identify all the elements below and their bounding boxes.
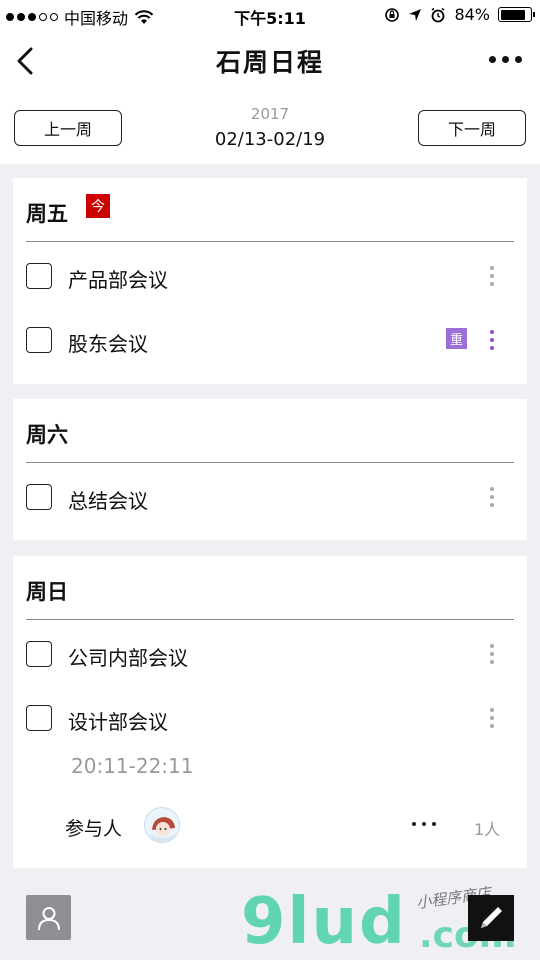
day-card-saturday: 周六 总结会议 — [13, 399, 527, 540]
avatar-illustration-icon — [145, 808, 179, 842]
item-checkbox[interactable] — [26, 327, 52, 353]
status-bar: 中国移动 下午5:11 84% — [0, 0, 540, 30]
participants-row[interactable]: 参与人 1人 — [13, 794, 527, 864]
alarm-icon — [431, 7, 445, 22]
day-title: 周五 — [26, 202, 68, 226]
next-week-button[interactable]: 下一周 — [418, 110, 526, 146]
day-title: 周六 — [26, 423, 68, 447]
item-checkbox[interactable] — [26, 484, 52, 510]
item-more-icon[interactable] — [490, 644, 494, 664]
item-checkbox[interactable] — [26, 641, 52, 667]
list-item[interactable]: 股东会议 重 — [13, 306, 527, 370]
nav-bar: 石周日程 — [0, 30, 540, 92]
participants-label: 参与人 — [65, 818, 123, 840]
pencil-icon — [481, 907, 502, 928]
edit-button[interactable] — [468, 895, 514, 941]
battery-icon — [498, 7, 535, 22]
list-item[interactable]: 设计部会议 — [13, 684, 527, 748]
week-switcher: 上一周 2017 02/13-02/19 下一周 — [0, 92, 540, 164]
item-time-range: 20:11-22:11 — [71, 754, 194, 778]
item-more-icon[interactable] — [490, 266, 494, 286]
item-detail: 20:11-22:11 — [13, 748, 527, 794]
user-icon — [37, 906, 60, 930]
list-item[interactable]: 公司内部会议 — [13, 620, 527, 684]
item-label: 设计部会议 — [68, 710, 168, 734]
item-checkbox[interactable] — [26, 705, 52, 731]
watermark-main: 9lud — [241, 885, 407, 959]
day-header: 周日 — [26, 556, 514, 620]
item-more-icon[interactable] — [490, 330, 494, 350]
item-label: 产品部会议 — [68, 268, 168, 292]
avatar[interactable] — [144, 807, 180, 843]
item-label: 总结会议 — [68, 489, 148, 513]
participants-count: 1人 — [474, 820, 501, 839]
item-more-icon[interactable] — [490, 487, 494, 507]
user-button[interactable] — [26, 895, 71, 940]
location-icon — [409, 8, 422, 21]
item-checkbox[interactable] — [26, 263, 52, 289]
item-label: 股东会议 — [68, 332, 148, 356]
item-label: 公司内部会议 — [68, 646, 188, 670]
important-badge: 重 — [446, 328, 467, 349]
page-title: 石周日程 — [215, 48, 324, 77]
item-more-icon[interactable] — [490, 708, 494, 728]
status-right: 84% — [384, 5, 535, 24]
day-card-sunday: 周日 公司内部会议 设计部会议 20:11-22:11 参与人 1人 — [13, 556, 527, 868]
day-card-friday: 周五 今 产品部会议 股东会议 重 — [13, 178, 527, 384]
participants-more-icon[interactable] — [412, 822, 436, 826]
day-header: 周六 — [26, 399, 514, 463]
list-item[interactable]: 总结会议 — [13, 463, 527, 527]
more-icon[interactable] — [489, 56, 522, 63]
day-title: 周日 — [26, 580, 68, 604]
battery-percent: 84% — [454, 5, 490, 24]
day-header: 周五 今 — [26, 178, 514, 242]
today-badge: 今 — [86, 194, 110, 218]
orientation-lock-icon — [385, 7, 400, 22]
list-item[interactable]: 产品部会议 — [13, 242, 527, 306]
battery-level — [500, 9, 525, 20]
